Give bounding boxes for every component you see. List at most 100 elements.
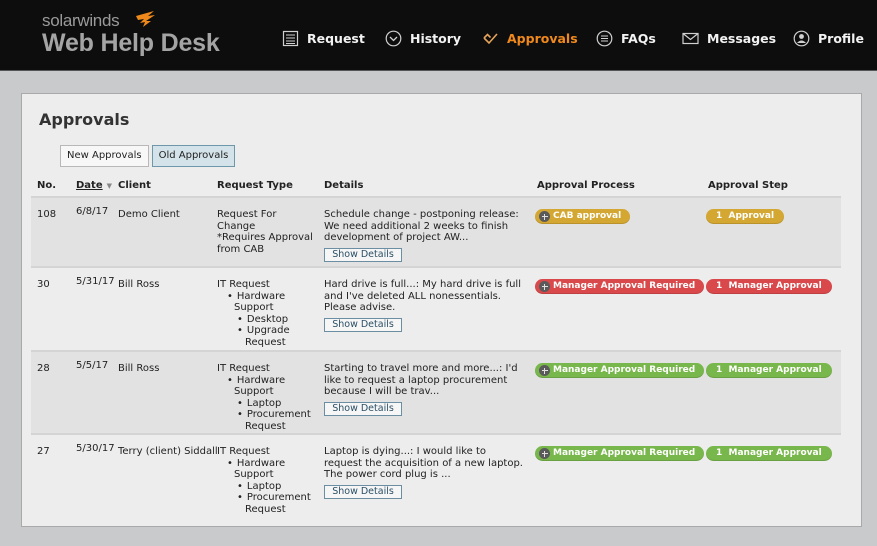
nav-messages[interactable]: Messages — [682, 28, 776, 48]
nav-profile-label: Profile — [818, 30, 864, 46]
row-details: Schedule change - postponing release: We… — [324, 209, 524, 262]
details-text: Schedule change - postponing release: We… — [324, 209, 519, 243]
row-request-type: Request For Change *Requires Approval fr… — [217, 209, 317, 255]
request-type-main: IT Request — [217, 446, 270, 457]
approval-process-badge[interactable]: Manager Approval Required — [535, 279, 705, 294]
row-client: Bill Ross — [118, 363, 160, 374]
expand-plus-icon — [539, 365, 550, 376]
nav-request-label: Request — [307, 30, 365, 46]
brand-small: solarwinds — [42, 11, 120, 30]
column-approval-step: Approval Step — [708, 180, 788, 191]
row-details: Hard drive is full...: My hard drive is … — [324, 279, 524, 332]
solarwinds-logo[interactable]: solarwinds Web Help Desk — [42, 11, 220, 57]
nav-approvals-label: Approvals — [507, 30, 578, 46]
column-date-label[interactable]: Date — [76, 180, 103, 191]
approval-step-badge: 1 Manager Approval — [706, 446, 832, 461]
show-details-button[interactable]: Show Details — [324, 317, 402, 332]
table-row: 27 5/30/17 Terry (client) Siddall IT Req… — [31, 433, 841, 518]
request-type-category: Support — [234, 302, 274, 313]
column-details: Details — [324, 180, 364, 191]
request-type-category: Support — [234, 469, 274, 480]
chevron-circle-icon — [385, 30, 402, 46]
row-number: 30 — [37, 279, 50, 290]
nav-approvals[interactable]: Approvals — [482, 28, 578, 48]
request-type-category: Hardware — [217, 375, 317, 387]
request-type-main: IT Request — [217, 363, 270, 374]
nav-history[interactable]: History — [385, 28, 461, 48]
show-details-button[interactable]: Show Details — [324, 401, 402, 416]
tab-new-approvals[interactable]: New Approvals — [60, 145, 149, 167]
row-date: 5/30/17 — [76, 443, 115, 454]
column-client: Client — [118, 180, 151, 191]
details-text: Starting to travel more and more...: I'd… — [324, 363, 518, 397]
envelope-icon — [682, 32, 699, 44]
request-type-subcategory: Laptop — [217, 481, 317, 493]
approval-process-badge[interactable]: Manager Approval Required — [535, 446, 705, 461]
show-details-button[interactable]: Show Details — [324, 484, 402, 499]
request-type-main: IT Request — [217, 279, 270, 290]
nav-faqs-label: FAQs — [621, 30, 656, 46]
show-details-button[interactable]: Show Details — [324, 247, 402, 262]
request-type-category: Support — [234, 386, 274, 397]
row-date: 5/31/17 — [76, 276, 115, 287]
request-type-subcategory: Procurement — [217, 409, 317, 421]
nav-faqs[interactable]: FAQs — [596, 28, 656, 48]
request-type-subcategory: Laptop — [217, 398, 317, 410]
row-request-type: IT Request Hardware Support Laptop Procu… — [217, 446, 317, 515]
row-request-type: IT Request Hardware Support Laptop Procu… — [217, 363, 317, 432]
nav-request[interactable]: Request — [282, 28, 365, 48]
column-request-type: Request Type — [217, 180, 293, 191]
approval-process-label: Manager Approval Required — [553, 365, 696, 375]
column-approval-process: Approval Process — [537, 180, 635, 191]
request-type-subcategory: Procurement — [217, 492, 317, 504]
request-type-main: Request For Change — [217, 209, 277, 232]
approval-process-label: CAB approval — [553, 211, 622, 221]
sort-desc-icon: ▼ — [106, 182, 113, 190]
row-details: Starting to travel more and more...: I'd… — [324, 363, 524, 416]
top-navigation-bar: solarwinds Web Help Desk Request History… — [0, 0, 877, 71]
request-type-subcategory: Request — [245, 336, 286, 348]
request-type-subcategory: Upgrade — [217, 325, 317, 337]
flame-icon — [136, 11, 155, 27]
row-number: 28 — [37, 363, 50, 374]
approval-step-badge: 1 Manager Approval — [706, 363, 832, 378]
tab-old-approvals[interactable]: Old Approvals — [151, 145, 236, 167]
approval-process-label: Manager Approval Required — [553, 281, 696, 291]
nav-profile[interactable]: Profile — [793, 28, 864, 48]
row-date: 6/8/17 — [76, 206, 109, 217]
list-circle-icon — [596, 30, 613, 46]
row-number: 27 — [37, 446, 50, 457]
approval-step-badge: 1 Approval — [706, 209, 785, 224]
nav-history-label: History — [410, 30, 462, 46]
row-client: Demo Client — [118, 209, 180, 220]
nav-messages-label: Messages — [707, 30, 777, 46]
table-row: 30 5/31/17 Bill Ross IT Request Hardware… — [31, 266, 841, 350]
approval-tabs: New Approvals Old Approvals — [60, 145, 236, 167]
row-request-type: IT Request Hardware Support Desktop Upgr… — [217, 279, 317, 348]
approval-process-badge[interactable]: CAB approval — [535, 209, 631, 224]
request-type-subcategory: Request — [245, 503, 286, 515]
column-date[interactable]: Date ▼ — [76, 180, 112, 191]
request-type-category: Hardware — [217, 291, 317, 303]
details-text: Laptop is dying...: I would like to requ… — [324, 446, 523, 480]
table-row: 108 6/8/17 Demo Client Request For Chang… — [31, 196, 841, 266]
approval-step-badge: 1 Manager Approval — [706, 279, 832, 294]
request-type-line: from CAB — [217, 243, 265, 255]
request-type-subcategory: Desktop — [217, 314, 317, 326]
approval-process-label: Manager Approval Required — [553, 448, 696, 458]
approval-process-badge[interactable]: Manager Approval Required — [535, 363, 705, 378]
row-details: Laptop is dying...: I would like to requ… — [324, 446, 524, 499]
user-circle-icon — [793, 30, 810, 46]
brand-title: Web Help Desk — [42, 29, 220, 57]
check-icon — [483, 32, 498, 44]
row-date: 5/5/17 — [76, 360, 109, 371]
request-type-category: Hardware — [217, 458, 317, 470]
details-text: Hard drive is full...: My hard drive is … — [324, 279, 521, 313]
expand-plus-icon — [539, 211, 550, 222]
request-type-subcategory: Request — [245, 420, 286, 432]
expand-plus-icon — [539, 448, 550, 459]
row-client: Terry (client) Siddall — [118, 446, 218, 457]
list-icon — [282, 30, 299, 46]
request-type-line: *Requires Approval — [217, 232, 313, 243]
row-client: Bill Ross — [118, 279, 160, 290]
